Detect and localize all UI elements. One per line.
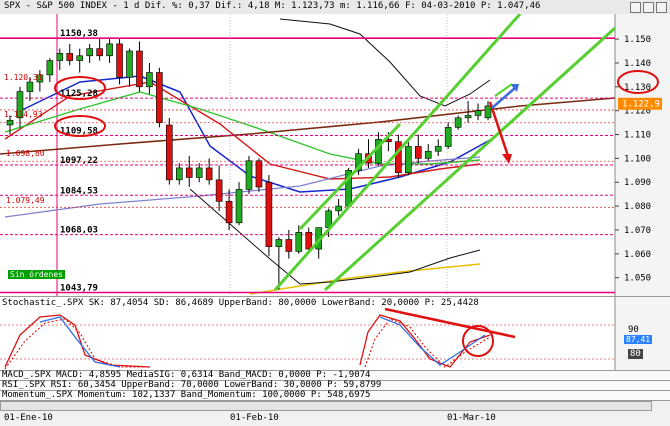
candle-down: [414, 146, 422, 159]
candle-up: [454, 117, 462, 128]
time-axis: 01-Ene-10 01-Feb-10 01-Mar-10: [0, 400, 670, 426]
price-chart[interactable]: 1150,381125,281109,581097,221084,531068,…: [0, 13, 670, 296]
candle-up: [295, 232, 303, 252]
stoch-d-left: [4, 318, 150, 370]
candle-down: [96, 48, 103, 57]
candle-up: [474, 110, 482, 116]
y-tick-label: 1.110: [624, 131, 651, 141]
maximize-icon[interactable]: [643, 2, 654, 13]
macd-header: MACD_.SPX MACD: 4,8595 MediaSIG: 0,6314 …: [2, 370, 371, 380]
side-label-2: 1.114,93: [4, 110, 43, 119]
candle-up: [464, 115, 472, 119]
candle-up: [335, 205, 342, 212]
stoch-d-right: [364, 318, 491, 368]
y-tick-label: 1.130: [624, 83, 651, 93]
candle-up: [106, 43, 113, 57]
candle-down: [205, 167, 213, 181]
no-orders-tag: Sin órdenes: [8, 270, 65, 279]
time-label-feb: 01-Feb-10: [230, 413, 279, 423]
candle-down: [156, 72, 163, 123]
stoch-tick-80: 80: [628, 349, 643, 359]
candle-down: [305, 232, 313, 250]
time-label-mar: 01-Mar-10: [447, 413, 496, 423]
trading-window: SPX - S&P 500 INDEX - 1 d Dif. %: 0,37 D…: [0, 0, 670, 426]
stoch-tick-90: 90: [628, 325, 639, 335]
close-icon[interactable]: [656, 2, 667, 13]
candle-up: [444, 127, 452, 147]
stoch-value-badge: 87,41: [624, 335, 653, 344]
candle-down: [255, 160, 263, 188]
candle-down: [185, 167, 193, 178]
candle-up: [46, 60, 54, 76]
y-tick-label: 1.060: [624, 250, 651, 260]
time-label-jan: 01-Ene-10: [4, 413, 53, 423]
candle-up: [56, 53, 64, 61]
candle-up: [405, 146, 412, 174]
stochastic-chart[interactable]: [0, 297, 670, 371]
candle-up: [275, 239, 283, 247]
momentum-header: Momentum_.SPX Momentum: 102,1337 Band_Mo…: [2, 390, 371, 400]
minimize-icon[interactable]: [630, 2, 641, 13]
candle-up: [245, 160, 253, 190]
candle-up: [235, 189, 243, 224]
candle-up: [76, 55, 84, 61]
candle-down: [66, 53, 74, 61]
candle-up: [26, 81, 34, 92]
candle-down: [166, 124, 173, 181]
candle-up: [434, 146, 442, 152]
y-tick-label: 1.100: [624, 154, 651, 164]
stoch-trend-arrow: [384, 307, 516, 339]
candle-down: [215, 179, 223, 202]
candle-down: [116, 43, 123, 78]
rsi-header: RSI_.SPX RSI: 60,3454 UpperBand: 70,0000…: [2, 380, 382, 390]
level-label: 1084,53: [60, 186, 98, 196]
level-label: 1150,38: [60, 29, 98, 39]
candle-up: [175, 167, 183, 181]
candle-up: [126, 50, 133, 78]
y-tick-label: 1.140: [624, 59, 651, 69]
title-bar: SPX - S&P 500 INDEX - 1 d Dif. %: 0,37 D…: [0, 0, 670, 15]
y-tick-label: 1.050: [624, 274, 651, 284]
side-label-4: 1.079,49: [6, 196, 45, 205]
y-tick-label: 1.080: [624, 202, 651, 212]
side-label-3: 1.098,80: [6, 149, 45, 158]
y-tick-label: 1.150: [624, 35, 651, 45]
candle-up: [6, 119, 14, 126]
level-label: 1068,03: [60, 226, 98, 236]
candle-down: [285, 239, 293, 252]
level-label: 1043,79: [60, 284, 98, 294]
candle-up: [424, 150, 432, 159]
y-tick-label: 1.090: [624, 178, 651, 188]
stochastic-header: Stochastic_.SPX SK: 87,4054 SD: 86,4689 …: [2, 298, 479, 308]
y-tick-label: 1.070: [624, 226, 651, 236]
candle-up: [86, 48, 93, 57]
chart-title: SPX - S&P 500 INDEX - 1 d Dif. %: 0,37 D…: [4, 1, 541, 11]
stoch-highlight-circle: [462, 325, 494, 357]
candle-down: [265, 181, 273, 247]
horizontal-scrollbar[interactable]: [0, 401, 652, 411]
candle-up: [484, 105, 492, 119]
price-panel[interactable]: 1150,38 1125,28 1109,58 1097,22 1084,53 1068,…: [0, 13, 670, 296]
candle-up: [195, 167, 203, 178]
candle-down: [136, 50, 143, 88]
stoch-k-blue-right: [379, 316, 486, 366]
stochastic-panel[interactable]: Stochastic_.SPX SK: 87,4054 SD: 86,4689 …: [0, 296, 670, 371]
candle-down: [395, 141, 402, 174]
candle-up: [146, 72, 153, 88]
candle-down: [225, 201, 233, 224]
side-label-1: 1.120,31: [4, 73, 43, 82]
current-price-label: 1.122,9: [622, 100, 660, 110]
